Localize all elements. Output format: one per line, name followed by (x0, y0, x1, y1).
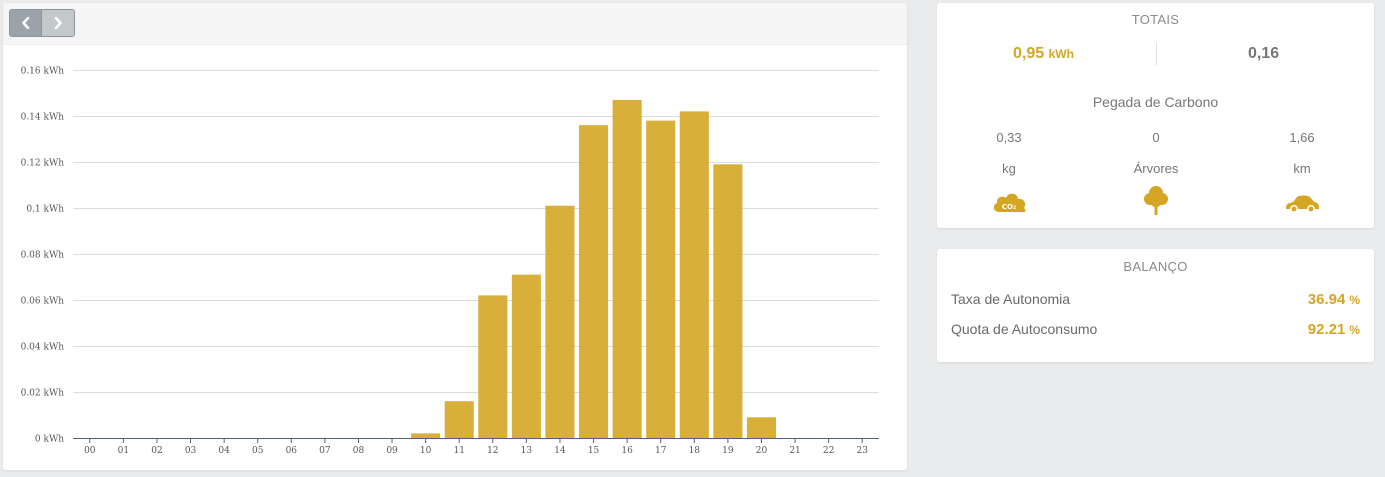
x-tick-label: 18 (689, 446, 701, 456)
x-tick-label: 10 (420, 446, 432, 456)
x-tick-label: 04 (218, 446, 230, 456)
x-tick-label: 07 (319, 446, 331, 456)
x-tick-label: 08 (353, 446, 365, 456)
x-tick-label: 23 (856, 446, 868, 456)
x-tick-label: 03 (185, 446, 197, 456)
x-tick-label: 06 (286, 446, 298, 456)
previous-period-button[interactable] (9, 9, 42, 37)
y-tick-label: 0 kWh (35, 435, 64, 445)
selfconsumption-value: 92.21 (1307, 321, 1346, 338)
autonomy-value: 36.94 (1307, 291, 1346, 308)
autonomy-label: Taxa de Autonomia (951, 291, 1071, 307)
bar-12[interactable] (478, 295, 508, 438)
x-tick-label: 13 (521, 446, 533, 456)
chevron-left-icon (21, 17, 29, 29)
co2-icon-text: CO₂ (1002, 203, 1016, 211)
balance-title: BALANÇO (1123, 259, 1188, 274)
autonomy-unit: % (1349, 293, 1360, 307)
x-tick-label: 16 (621, 446, 633, 456)
y-tick-label: 0.06 kWh (21, 297, 65, 307)
y-tick-label: 0.12 kWh (21, 159, 65, 169)
bar-18[interactable] (679, 111, 709, 439)
bar-19[interactable] (713, 164, 743, 439)
x-tick-label: 12 (487, 446, 498, 456)
totals-divider (1156, 43, 1157, 65)
selfconsumption-label: Quota de Autoconsumo (951, 321, 1098, 337)
totals-panel: TOTAIS 0,95 kWh 0,16 Pegada de Carbono 0… (937, 3, 1374, 228)
x-tick-label: 09 (386, 446, 398, 456)
x-tick-label: 02 (151, 446, 162, 456)
trees-value: 0 (1152, 130, 1160, 145)
secondary-total: 0,16 (1248, 45, 1280, 62)
selfconsumption-unit: % (1349, 323, 1360, 337)
energy-bar-chart: 0 kWh 0.02 kWh 0.04 kWh 0.06 kWh 0.08 kWh 0.1… (21, 67, 879, 456)
distance-unit: km (1293, 161, 1311, 176)
energy-unit: kWh (1048, 47, 1074, 61)
tree-icon (1136, 182, 1176, 216)
carbon-footprint-title: Pegada de Carbono (1092, 94, 1219, 110)
x-tick-label: 21 (789, 446, 800, 456)
bar-17[interactable] (646, 120, 676, 438)
car-icon (1282, 186, 1322, 220)
chart-panel: 0 kWh 0.02 kWh 0.04 kWh 0.06 kWh 0.08 kWh 0.1… (3, 3, 907, 470)
bar-10[interactable] (411, 433, 441, 438)
x-tick-label: 22 (823, 446, 834, 456)
x-tick-label: 11 (453, 446, 464, 456)
x-tick-label: 15 (588, 446, 600, 456)
y-tick-label: 0.14 kWh (21, 113, 65, 123)
chevron-right-icon (54, 17, 62, 29)
totals-title: TOTAIS (1131, 12, 1180, 27)
co2-unit: kg (1002, 161, 1016, 176)
y-tick-label: 0.16 kWh (21, 67, 65, 77)
bar-13[interactable] (511, 274, 541, 438)
x-tick-label: 17 (655, 446, 667, 456)
bar-15[interactable] (579, 125, 609, 438)
y-tick-label: 0.04 kWh (21, 343, 65, 353)
balance-panel: BALANÇO Taxa de Autonomia 36.94% Quota d… (937, 249, 1374, 362)
x-tick-label: 01 (118, 446, 129, 456)
bar-11[interactable] (444, 401, 474, 438)
y-tick-label: 0.08 kWh (21, 251, 65, 261)
bar-14[interactable] (545, 205, 575, 438)
y-tick-label: 0.02 kWh (21, 389, 65, 399)
autonomy-rate: 36.94% (1308, 291, 1360, 308)
distance-value: 1,66 (1289, 130, 1315, 145)
x-tick-label: 20 (756, 446, 768, 456)
chart-toolbar (3, 3, 907, 45)
x-tick-label: 05 (252, 446, 264, 456)
co2-value: 0,33 (996, 130, 1022, 145)
bar-20[interactable] (746, 417, 776, 438)
x-tick-label: 19 (722, 446, 734, 456)
co2-cloud-icon: CO₂ (990, 184, 1030, 218)
trees-unit: Árvores (1133, 161, 1179, 176)
selfconsumption-rate: 92.21% (1308, 321, 1360, 338)
bar-16[interactable] (612, 99, 642, 439)
x-tick-label: 14 (554, 446, 566, 456)
energy-total: 0,95 kWh (1013, 45, 1074, 63)
energy-value: 0,95 (1013, 45, 1045, 62)
next-period-button[interactable] (42, 9, 75, 37)
x-tick-label: 00 (84, 446, 96, 456)
y-tick-label: 0.1 kWh (26, 205, 64, 215)
